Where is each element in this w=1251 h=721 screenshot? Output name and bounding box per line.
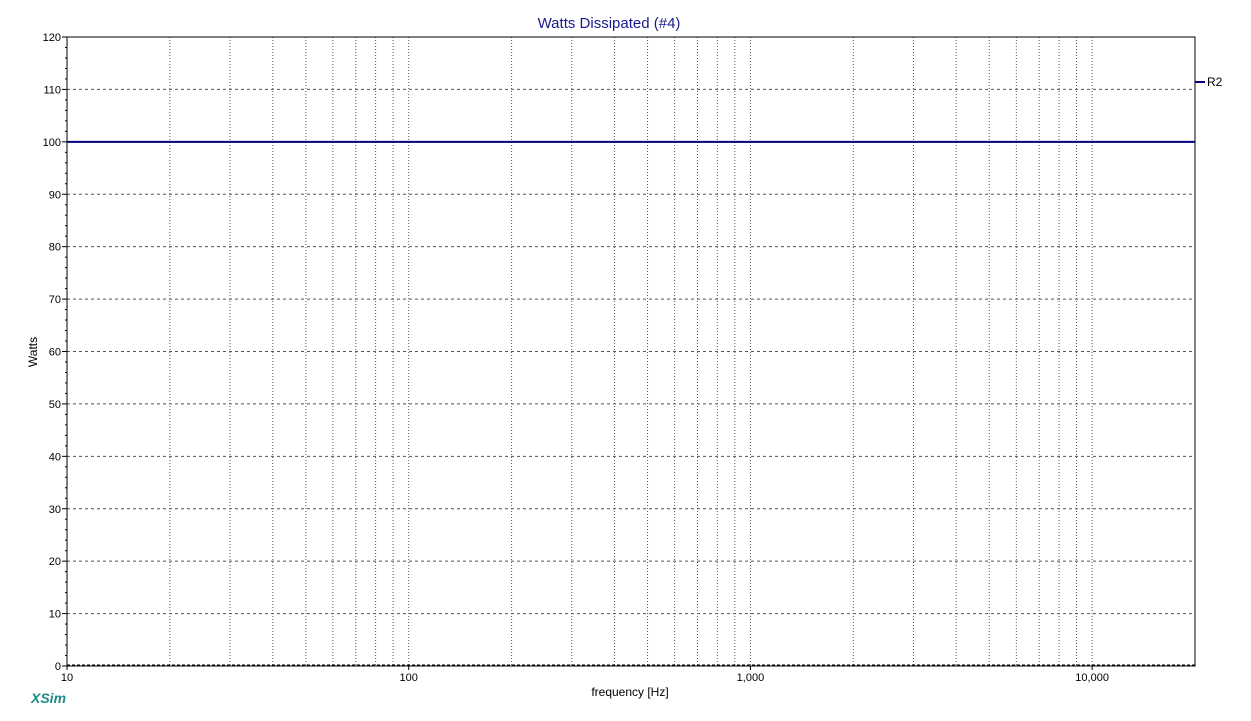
chart: Watts Dissipated (#4) 010203040506070809…	[0, 0, 1251, 721]
y-tick-label: 60	[49, 347, 61, 359]
y-tick-label: 80	[49, 242, 61, 254]
xsim-logo: XSim	[30, 690, 66, 706]
x-tick-label: 10	[61, 672, 73, 684]
chart-background	[0, 0, 1251, 721]
y-tick-label: 90	[49, 189, 61, 201]
x-axis-label: frequency [Hz]	[591, 685, 668, 699]
x-tick-label: 1,000	[737, 672, 765, 684]
x-tick-label: 100	[400, 672, 418, 684]
chart-title: Watts Dissipated (#4)	[538, 15, 681, 32]
x-tick-label: 10,000	[1075, 672, 1109, 684]
y-tick-label: 120	[43, 32, 61, 44]
y-tick-label: 20	[49, 556, 61, 568]
y-tick-label: 70	[49, 294, 61, 306]
y-tick-label: 100	[43, 137, 61, 149]
y-tick-label: 50	[49, 399, 61, 411]
y-axis-label: Watts	[26, 337, 40, 367]
y-tick-label: 30	[49, 504, 61, 516]
y-tick-label: 110	[43, 84, 61, 96]
legend-label: R2	[1207, 75, 1223, 89]
y-tick-label: 40	[49, 451, 61, 463]
y-tick-label: 10	[49, 609, 61, 621]
